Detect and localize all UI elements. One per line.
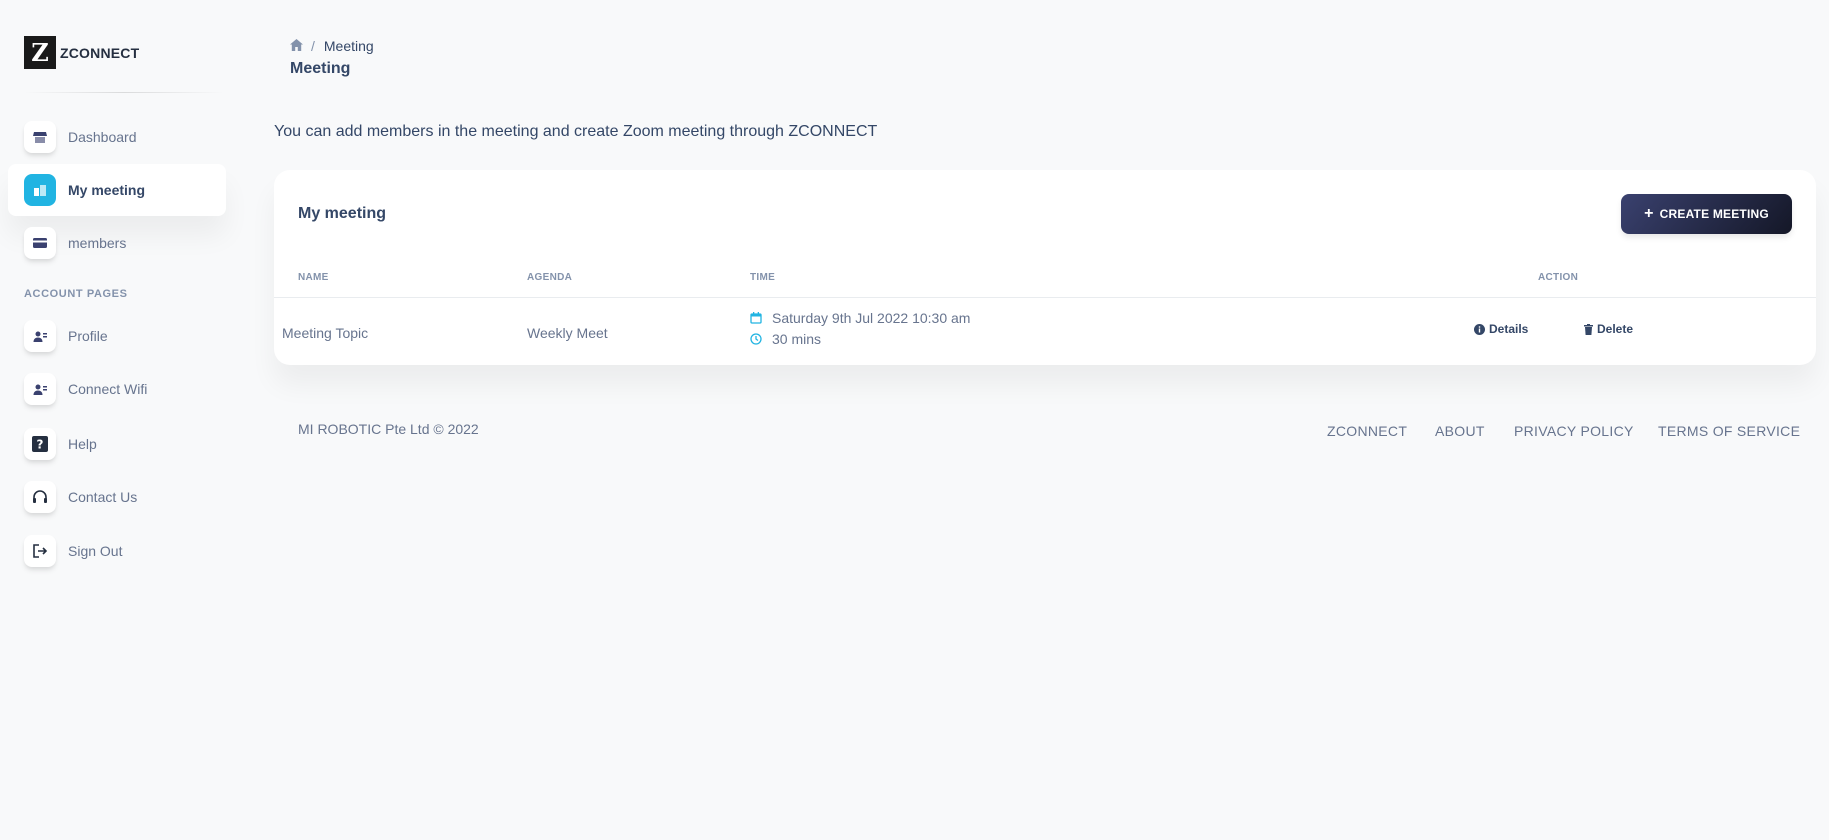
plus-icon: +: [1644, 205, 1654, 222]
footer-link-terms-of-service[interactable]: TERMS OF SERVICE: [1658, 423, 1800, 439]
section-label-account-pages: ACCOUNT PAGES: [24, 288, 128, 300]
sidebar: Z ZCONNECT Dashboard My meeting members …: [0, 0, 234, 840]
page-title: Meeting: [290, 60, 351, 77]
question-icon: ?: [24, 428, 56, 460]
sidebar-item-dashboard[interactable]: Dashboard: [8, 111, 226, 163]
sidebar-item-sign-out[interactable]: Sign Out: [8, 525, 226, 577]
headset-icon: [24, 481, 56, 513]
copyright: MI ROBOTIC Pte Ltd © 2022: [298, 421, 479, 437]
brand-name: ZCONNECT: [60, 44, 140, 61]
user-icon: [24, 320, 56, 352]
column-header-action: ACTION: [1538, 272, 1579, 283]
column-header-time: TIME: [750, 272, 776, 283]
sidebar-item-label: Profile: [68, 328, 108, 344]
card-title: My meeting: [298, 205, 387, 222]
home-icon[interactable]: [290, 38, 303, 54]
sidebar-item-my-meeting[interactable]: My meeting: [8, 164, 226, 216]
details-button[interactable]: Details: [1474, 322, 1528, 336]
table-divider: [274, 297, 1816, 298]
sidebar-item-label: Dashboard: [68, 129, 137, 145]
sidebar-item-members[interactable]: members: [8, 217, 226, 269]
meeting-agenda: Weekly Meet: [527, 325, 608, 341]
svg-text:?: ?: [37, 438, 44, 452]
sidebar-item-connect-wifi[interactable]: Connect Wifi: [8, 363, 226, 415]
breadcrumb-current: Meeting: [323, 38, 374, 54]
column-header-agenda: AGENDA: [527, 272, 573, 283]
meeting-card: My meeting + CREATE MEETING NAME AGENDA …: [274, 170, 1816, 365]
meeting-date: Saturday 9th Jul 2022 10:30 am: [750, 310, 970, 326]
sidebar-item-label: Contact Us: [68, 489, 138, 505]
sidebar-item-label: members: [68, 235, 127, 251]
footer-link-about[interactable]: ABOUT: [1435, 423, 1485, 439]
sidebar-item-contact-us[interactable]: Contact Us: [8, 471, 226, 523]
shop-icon: [24, 121, 56, 153]
meeting-date-text: Saturday 9th Jul 2022 10:30 am: [772, 310, 971, 326]
delete-button[interactable]: Delete: [1584, 322, 1633, 336]
column-header-name: NAME: [298, 272, 329, 283]
brand[interactable]: Z ZCONNECT: [24, 36, 139, 69]
sidebar-item-label: Connect Wifi: [68, 381, 148, 397]
sidebar-item-label: My meeting: [68, 182, 146, 198]
info-icon: [1474, 323, 1485, 335]
meeting-name: Meeting Topic: [282, 325, 369, 341]
delete-label: Delete: [1597, 322, 1634, 336]
brand-logo: Z: [24, 36, 56, 69]
breadcrumb-separator: /: [311, 38, 315, 54]
sidebar-divider: [24, 92, 224, 93]
office-icon: [24, 174, 56, 206]
create-meeting-label: CREATE MEETING: [1659, 207, 1769, 221]
intro-text: You can add members in the meeting and c…: [274, 123, 878, 140]
breadcrumb: / Meeting: [290, 38, 374, 54]
sidebar-item-help[interactable]: ? Help: [8, 418, 226, 470]
credit-card-icon: [24, 227, 56, 259]
clock-icon: [750, 333, 764, 345]
meeting-duration: 30 mins: [750, 331, 821, 347]
calendar-icon: [750, 312, 764, 324]
sign-out-icon: [24, 535, 56, 567]
sidebar-item-label: Help: [68, 436, 97, 452]
details-label: Details: [1489, 322, 1529, 336]
create-meeting-button[interactable]: + CREATE MEETING: [1621, 194, 1792, 234]
trash-icon: [1584, 323, 1593, 335]
footer-link-zconnect[interactable]: ZCONNECT: [1327, 423, 1407, 439]
footer-link-privacy-policy[interactable]: PRIVACY POLICY: [1514, 423, 1634, 439]
user-icon: [24, 373, 56, 405]
meeting-duration-text: 30 mins: [772, 331, 822, 347]
sidebar-item-profile[interactable]: Profile: [8, 310, 226, 362]
sidebar-item-label: Sign Out: [68, 543, 123, 559]
